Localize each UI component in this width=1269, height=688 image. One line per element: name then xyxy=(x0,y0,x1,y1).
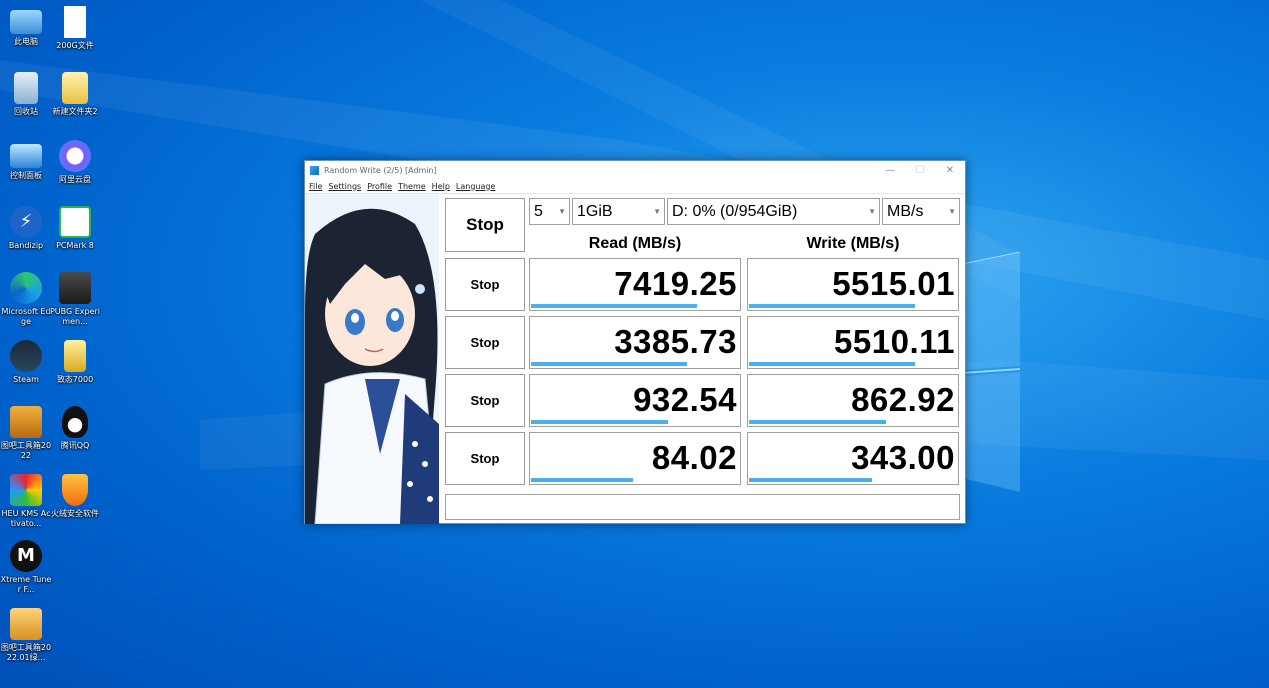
desktop-icon-steam[interactable]: Steam xyxy=(0,340,52,385)
close-icon[interactable]: ✕ xyxy=(935,165,965,176)
control-panel-icon xyxy=(10,144,42,168)
run-all-stop-button[interactable]: Stop xyxy=(445,198,525,252)
row-1-read-value: 7419.25 xyxy=(614,265,737,302)
menu-language[interactable]: Language xyxy=(456,182,495,191)
row-4-read-value: 84.02 xyxy=(651,439,737,476)
desktop-icon-bandizip[interactable]: ⚡ Bandizip xyxy=(0,206,52,251)
desktop-icon-pubg[interactable]: PUBG Experimen... xyxy=(49,272,101,327)
desktop-icon-control-panel[interactable]: 控制面板 xyxy=(0,140,52,181)
desktop-icon-heu-kms[interactable]: HEU KMS Activato... xyxy=(0,474,52,529)
row-1-read-cell: 7419.25 xyxy=(529,258,741,311)
desktop-icon-tuba-toolbox[interactable]: 图吧工具箱2022 xyxy=(0,406,52,461)
desktop-icon-recycle-bin[interactable]: 回收站 xyxy=(0,72,52,117)
app-icon xyxy=(310,165,319,175)
row-3-stop-button[interactable]: Stop xyxy=(445,374,525,427)
desktop-icon-aliyun-drive[interactable]: 阿里云盘 xyxy=(49,140,101,185)
xtreme-tuner-icon: M xyxy=(10,540,42,572)
edge-icon xyxy=(10,272,42,304)
window-title: Random Write (2/5) [Admin] xyxy=(324,165,437,175)
row-2-read-cell: 3385.73 xyxy=(529,316,741,369)
menu-theme[interactable]: Theme xyxy=(398,182,426,191)
zhitai-icon xyxy=(64,340,86,372)
computer-icon xyxy=(10,10,42,34)
row-4-write-cell: 343.00 xyxy=(747,432,959,485)
pubg-icon xyxy=(59,272,91,304)
test-size-select[interactable]: 1GiB ▼ xyxy=(572,198,665,225)
desktop-icon-new-folder-2[interactable]: 新建文件夹2 xyxy=(49,72,101,117)
toolbox-icon xyxy=(10,406,42,438)
qq-penguin-icon xyxy=(62,406,88,438)
row-2-write-cell: 5510.11 xyxy=(747,316,959,369)
chevron-down-icon: ▼ xyxy=(653,207,661,216)
desktop-icon-edge[interactable]: Microsoft Edge xyxy=(0,272,52,327)
bandizip-icon: ⚡ xyxy=(10,206,42,238)
comment-input[interactable] xyxy=(445,494,960,520)
minimize-icon[interactable]: — xyxy=(875,165,905,176)
row-4-read-bar xyxy=(531,478,633,482)
read-column-header: Read (MB/s) xyxy=(588,235,682,252)
row-2-read-value: 3385.73 xyxy=(614,323,737,360)
row-3-read-bar xyxy=(531,420,668,424)
menu-settings[interactable]: Settings xyxy=(328,182,361,191)
aliyun-drive-icon xyxy=(59,140,91,172)
menu-bar: File Settings Profile Theme Help Languag… xyxy=(305,179,965,194)
crystaldiskmark-window[interactable]: Random Write (2/5) [Admin] — ☐ ✕ File Se… xyxy=(304,160,966,524)
package-icon xyxy=(10,608,42,640)
row-3-write-bar xyxy=(749,420,886,424)
unit-value: MB/s xyxy=(887,202,924,220)
desktop-icon-this-pc[interactable]: 此电脑 xyxy=(0,6,52,47)
test-count-select[interactable]: 5 ▼ xyxy=(529,198,570,225)
desktop-icon-huorong[interactable]: 火绒安全软件 xyxy=(49,474,101,519)
row-3-read-cell: 932.54 xyxy=(529,374,741,427)
folder-icon xyxy=(62,72,88,104)
menu-help[interactable]: Help xyxy=(432,182,450,191)
desktop-icon-qq[interactable]: 腾讯QQ xyxy=(49,406,101,451)
desktop-icon-zhitai-7000[interactable]: 致态7000 xyxy=(49,340,101,385)
row-3-write-value: 862.92 xyxy=(851,381,955,418)
kms-icon xyxy=(10,474,42,506)
pcmark-icon xyxy=(59,206,91,238)
row-3-read-value: 932.54 xyxy=(633,381,737,418)
row-4-write-value: 343.00 xyxy=(851,439,955,476)
row-2-read-bar xyxy=(531,362,687,366)
write-column-header: Write (MB/s) xyxy=(806,235,900,252)
maximize-icon[interactable]: ☐ xyxy=(905,165,935,176)
row-2-stop-button[interactable]: Stop xyxy=(445,316,525,369)
row-4-stop-button[interactable]: Stop xyxy=(445,432,525,485)
test-size-value: 1GiB xyxy=(577,202,613,220)
steam-icon xyxy=(10,340,42,372)
file-icon xyxy=(64,6,86,38)
desktop-icon-tuba-toolbox-2[interactable]: 图吧工具箱2022.01绿... xyxy=(0,608,52,663)
chevron-down-icon: ▼ xyxy=(868,207,876,216)
drive-value: D: 0% (0/954GiB) xyxy=(672,202,798,220)
menu-file[interactable]: File xyxy=(309,182,322,191)
row-2-write-value: 5510.11 xyxy=(834,323,955,360)
drive-select[interactable]: D: 0% (0/954GiB) ▼ xyxy=(667,198,880,225)
chevron-down-icon: ▼ xyxy=(558,207,566,216)
recycle-bin-icon xyxy=(14,72,38,104)
desktop-icon-pcmark-8[interactable]: PCMark 8 xyxy=(49,206,101,251)
row-1-stop-button[interactable]: Stop xyxy=(445,258,525,311)
windows-logo-light xyxy=(962,252,1021,492)
chevron-down-icon: ▼ xyxy=(948,207,956,216)
row-1-write-bar xyxy=(749,304,915,308)
title-bar[interactable]: Random Write (2/5) [Admin] — ☐ ✕ xyxy=(305,161,965,179)
test-count-value: 5 xyxy=(534,202,543,220)
theme-character-art xyxy=(305,194,439,524)
row-2-write-bar xyxy=(749,362,915,366)
huorong-icon xyxy=(62,474,88,506)
row-1-write-cell: 5515.01 xyxy=(747,258,959,311)
row-3-write-cell: 862.92 xyxy=(747,374,959,427)
row-1-write-value: 5515.01 xyxy=(832,265,955,302)
desktop-icon-xtreme-tuner[interactable]: M Xtreme Tuner F... xyxy=(0,540,52,595)
desktop-icon-200g-file[interactable]: 200G文件 xyxy=(49,6,101,51)
row-1-read-bar xyxy=(531,304,697,308)
row-4-read-cell: 84.02 xyxy=(529,432,741,485)
menu-profile[interactable]: Profile xyxy=(367,182,392,191)
unit-select[interactable]: MB/s ▼ xyxy=(882,198,960,225)
row-4-write-bar xyxy=(749,478,872,482)
